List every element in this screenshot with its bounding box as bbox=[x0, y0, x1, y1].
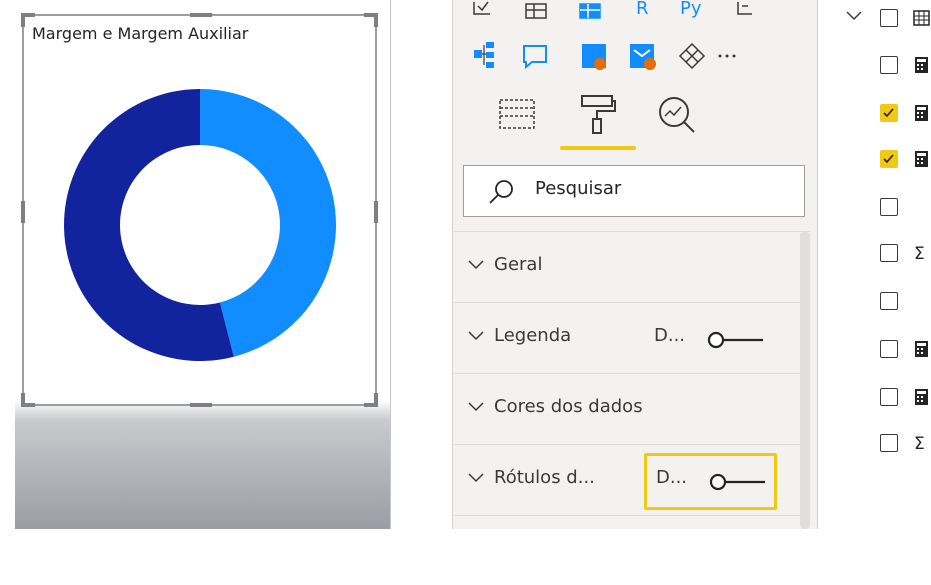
field-checkbox[interactable] bbox=[880, 150, 898, 168]
section-next[interactable] bbox=[452, 515, 810, 585]
section-label: Rótulos d... bbox=[494, 467, 595, 488]
analytics-magnifier-icon[interactable] bbox=[656, 94, 700, 136]
field-checkbox[interactable] bbox=[880, 104, 898, 122]
field-checkbox[interactable] bbox=[880, 434, 898, 452]
section-geral[interactable]: Geral bbox=[452, 231, 810, 301]
section-label: Cores dos dados bbox=[494, 396, 643, 417]
canvas-left-border bbox=[0, 0, 16, 529]
resize-handle[interactable] bbox=[190, 403, 212, 407]
field-checkbox[interactable] bbox=[880, 198, 898, 216]
calculator-icon bbox=[915, 57, 928, 73]
chevron-down-icon bbox=[468, 331, 484, 341]
table-visual-icon bbox=[525, 3, 547, 19]
section-label: Legenda bbox=[494, 325, 572, 346]
field-checkbox[interactable] bbox=[880, 388, 898, 406]
decomposition-tree-icon bbox=[474, 42, 494, 68]
calculator-icon bbox=[915, 105, 928, 121]
power-apps-icon bbox=[630, 44, 656, 70]
chevron-down-icon[interactable] bbox=[846, 10, 862, 22]
more-visuals-icon bbox=[718, 54, 736, 58]
speech-bubble-icon bbox=[523, 45, 547, 70]
chart-title: Margem e Margem Auxiliar bbox=[32, 24, 249, 43]
paint-roller-icon[interactable] bbox=[578, 92, 618, 136]
svg-text:Σ: Σ bbox=[914, 244, 925, 262]
chevron-down-icon bbox=[468, 473, 484, 483]
active-tab-indicator bbox=[560, 146, 636, 150]
resize-handle[interactable] bbox=[21, 13, 25, 27]
legend-toggle[interactable] bbox=[706, 330, 766, 350]
svg-text:Py: Py bbox=[680, 0, 702, 19]
table-icon bbox=[913, 10, 930, 26]
calculator-icon bbox=[915, 389, 928, 405]
svg-text:R: R bbox=[636, 0, 649, 19]
section-label: Geral bbox=[494, 254, 543, 275]
field-checkbox[interactable] bbox=[880, 56, 898, 74]
sigma-icon: Σ bbox=[914, 244, 925, 262]
highlight-box bbox=[644, 453, 777, 510]
toggle-state-label: D... bbox=[654, 325, 686, 346]
resize-handle[interactable] bbox=[374, 393, 378, 407]
search-placeholder: Pesquisar bbox=[535, 178, 622, 199]
chevron-down-icon bbox=[468, 260, 484, 270]
check-icon bbox=[883, 108, 894, 118]
sigma-icon: Σ bbox=[914, 434, 925, 452]
matrix-visual-icon bbox=[579, 3, 601, 19]
section-cores-dos-dados[interactable]: Cores dos dados bbox=[452, 373, 810, 443]
fields-tab-icon[interactable] bbox=[496, 94, 540, 134]
canvas-right-strip bbox=[390, 0, 453, 529]
visual-icons-row2 bbox=[474, 42, 736, 70]
resize-handle[interactable] bbox=[21, 201, 25, 223]
field-checkbox[interactable] bbox=[880, 244, 898, 262]
section-legenda[interactable]: Legenda D... bbox=[452, 302, 810, 372]
funnel-icon bbox=[473, 1, 490, 15]
visual-icons-top-row: R Py bbox=[473, 0, 752, 19]
pane-scrollbar[interactable] bbox=[800, 232, 810, 529]
resize-handle[interactable] bbox=[21, 393, 25, 407]
svg-text:Σ: Σ bbox=[914, 434, 925, 452]
field-checkbox[interactable] bbox=[880, 292, 898, 310]
search-icon bbox=[489, 180, 513, 204]
chevron-down-icon bbox=[468, 402, 484, 412]
calculator-icon bbox=[915, 341, 928, 357]
check-icon bbox=[883, 154, 894, 164]
donut-chart[interactable] bbox=[55, 80, 345, 370]
resize-handle[interactable] bbox=[374, 201, 378, 223]
calculator-icon bbox=[915, 151, 928, 167]
diamond-icon bbox=[678, 42, 706, 70]
field-checkbox[interactable] bbox=[880, 9, 898, 27]
shape-map-icon bbox=[582, 44, 606, 70]
field-checkbox[interactable] bbox=[880, 340, 898, 358]
resize-handle[interactable] bbox=[190, 13, 212, 17]
resize-handle[interactable] bbox=[374, 13, 378, 27]
